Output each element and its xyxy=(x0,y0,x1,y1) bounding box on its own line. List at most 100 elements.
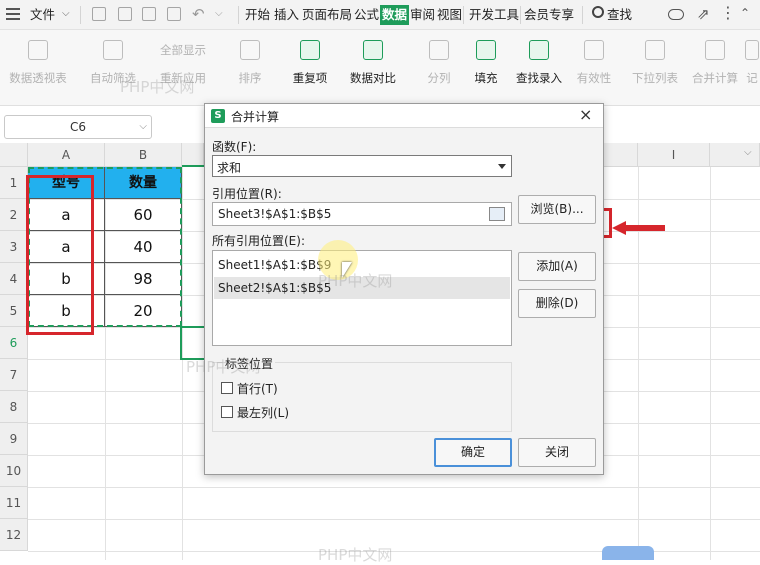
divider xyxy=(80,6,81,24)
divider xyxy=(520,6,521,24)
first-row-checkbox[interactable] xyxy=(221,382,233,394)
watermark: PHP中文网 xyxy=(186,358,261,376)
print-icon[interactable] xyxy=(142,7,156,21)
tab-insert[interactable]: 插入 xyxy=(274,5,299,25)
ribbon-label: 记 xyxy=(746,71,758,85)
row-header[interactable]: 7 xyxy=(0,359,28,391)
print-preview-icon[interactable] xyxy=(167,7,181,21)
function-select[interactable]: 求和 xyxy=(212,155,512,177)
floating-pill[interactable] xyxy=(602,546,654,560)
column-header-j[interactable] xyxy=(710,143,760,167)
search-label[interactable]: 查找 xyxy=(607,5,632,25)
ribbon-record[interactable]: 记 xyxy=(744,40,760,100)
row-header[interactable]: 12 xyxy=(0,519,28,551)
ribbon-validation[interactable]: 有效性 xyxy=(574,40,614,100)
ribbon-data-compare[interactable]: 数据对比 xyxy=(344,40,402,100)
tab-review[interactable]: 审阅 xyxy=(410,5,435,25)
dropdown-arrow-icon[interactable] xyxy=(498,164,506,169)
ribbon-label: 重复项 xyxy=(292,71,328,85)
redo-icon[interactable]: ⌵ xyxy=(215,8,223,19)
search-icon[interactable] xyxy=(592,6,604,18)
tab-home[interactable]: 开始 xyxy=(245,5,270,25)
ribbon-label: 分列 xyxy=(427,71,451,85)
column-c-highlight xyxy=(182,143,204,167)
column-header-h[interactable] xyxy=(604,143,638,167)
left-column-label[interactable]: 最左列(L) xyxy=(237,404,289,421)
menu-file[interactable]: 文件 xyxy=(30,5,55,25)
row-header[interactable]: 6 xyxy=(0,327,28,359)
list-item-text: Sheet1!$A$1:$B$9 xyxy=(218,258,332,272)
consolidate-icon xyxy=(705,40,725,60)
close-button[interactable]: 关闭 xyxy=(518,438,596,467)
wps-sheet-icon: S xyxy=(211,109,225,123)
revision-icon[interactable] xyxy=(118,7,132,21)
tab-developer[interactable]: 开发工具 xyxy=(469,5,519,25)
range-picker-icon[interactable] xyxy=(489,207,505,221)
row-header[interactable]: 3 xyxy=(0,231,28,263)
ribbon-label: 查找录入 xyxy=(516,71,562,85)
fill-icon xyxy=(476,40,496,60)
cloud-sync-icon[interactable] xyxy=(668,9,684,20)
ribbon-label: 数据透视表 xyxy=(9,71,67,85)
reference-input[interactable]: Sheet3!$A$1:$B$5 xyxy=(212,202,512,226)
row-header[interactable]: 1 xyxy=(0,167,28,199)
name-box[interactable]: C6 ⌵ xyxy=(4,115,152,139)
name-box-value: C6 xyxy=(69,120,86,134)
row-header[interactable]: 2 xyxy=(0,199,28,231)
column-header-i[interactable]: I xyxy=(638,143,710,167)
row-header[interactable]: 5 xyxy=(0,295,28,327)
tab-member[interactable]: 会员专享 xyxy=(524,5,574,25)
ribbon-split-column[interactable]: 分列 xyxy=(423,40,455,100)
ribbon-dropdown-list[interactable]: 下拉列表 xyxy=(630,40,680,100)
add-button[interactable]: 添加(A) xyxy=(518,252,596,281)
row-header[interactable]: 4 xyxy=(0,263,28,295)
ribbon-reapply[interactable]: 重新应用 xyxy=(148,58,218,85)
more-icon[interactable]: ⋮ xyxy=(720,3,736,22)
chevron-down-icon[interactable]: ⌵ xyxy=(744,147,752,158)
active-cell-c6[interactable] xyxy=(180,326,206,360)
tab-formulas[interactable]: 公式 xyxy=(354,5,379,25)
ok-button[interactable]: 确定 xyxy=(434,438,512,467)
row-header[interactable]: 9 xyxy=(0,423,28,455)
ribbon-fill[interactable]: 填充 xyxy=(470,40,502,100)
save-icon[interactable] xyxy=(92,7,106,21)
function-select-value: 求和 xyxy=(217,161,242,175)
duplicates-icon xyxy=(300,40,320,60)
column-header-b[interactable]: B xyxy=(105,143,182,167)
reference-input-value: Sheet3!$A$1:$B$5 xyxy=(218,207,332,221)
chevron-down-icon[interactable]: ⌵ xyxy=(62,8,70,19)
select-all-corner[interactable] xyxy=(0,143,28,167)
all-references-label: 所有引用位置(E): xyxy=(212,234,305,248)
tab-data[interactable]: 数据 xyxy=(380,5,410,25)
row-header[interactable]: 10 xyxy=(0,455,28,487)
ribbon-sort[interactable]: 排序 xyxy=(232,40,268,100)
first-row-label[interactable]: 首行(T) xyxy=(237,380,278,397)
ribbon-lookup-entry[interactable]: 查找录入 xyxy=(514,40,564,100)
highlight-range-a1-a5 xyxy=(26,175,94,335)
filter-icon xyxy=(103,40,123,60)
dialog-titlebar[interactable]: S 合并计算 × xyxy=(205,104,603,128)
tab-page-layout[interactable]: 页面布局 xyxy=(302,5,352,25)
divider xyxy=(238,6,239,24)
chevron-down-icon[interactable]: ⌵ xyxy=(139,116,147,138)
collapse-icon[interactable]: ⌃ xyxy=(740,6,750,20)
row-header[interactable]: 8 xyxy=(0,391,28,423)
row-header[interactable]: 11 xyxy=(0,487,28,519)
sort-icon xyxy=(240,40,260,60)
close-icon[interactable]: × xyxy=(579,105,592,124)
delete-button[interactable]: 删除(D) xyxy=(518,289,596,318)
undo-icon[interactable]: ↶ xyxy=(192,5,205,23)
all-references-list[interactable]: Sheet1!$A$1:$B$9 Sheet2!$A$1:$B$5 xyxy=(212,250,512,346)
ribbon-duplicates[interactable]: 重复项 xyxy=(286,40,334,100)
function-label: 函数(F): xyxy=(212,140,257,154)
left-column-checkbox[interactable] xyxy=(221,406,233,418)
tab-view[interactable]: 视图 xyxy=(437,5,462,25)
ribbon-pivot-table[interactable]: 数据透视表 xyxy=(8,40,68,100)
share-icon[interactable]: ⇗ xyxy=(697,5,710,23)
gridline xyxy=(182,167,183,560)
ribbon-consolidate[interactable]: 合并计算 xyxy=(690,40,740,100)
ribbon-label: 有效性 xyxy=(576,71,612,85)
column-header-a[interactable]: A xyxy=(28,143,105,167)
browse-button[interactable]: 浏览(B)... xyxy=(518,195,596,224)
ribbon-show-all[interactable]: 全部显示 xyxy=(148,34,218,57)
